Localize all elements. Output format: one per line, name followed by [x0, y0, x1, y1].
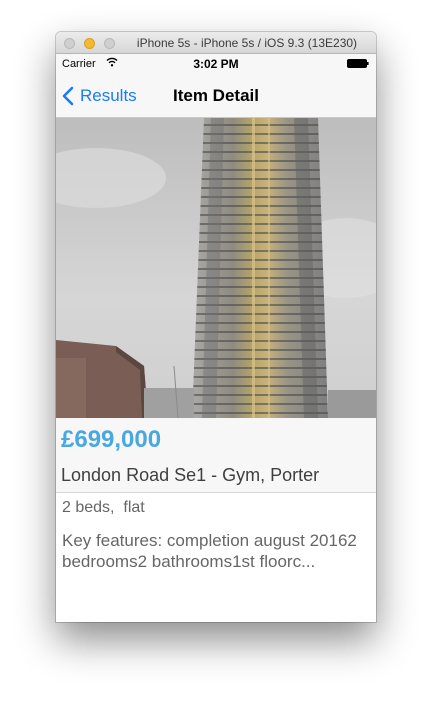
window-minimize-button[interactable]	[84, 38, 95, 49]
price-section: £699,000 London Road Se1 - Gym, Porter	[56, 418, 376, 493]
listing-title: London Road Se1 - Gym, Porter	[61, 465, 320, 485]
listing-beds-type: 2 beds, flat	[62, 499, 145, 516]
navigation-bar: Results Item Detail	[56, 74, 376, 118]
status-bar: Carrier 3:02 PM	[56, 54, 376, 74]
window-close-button[interactable]	[64, 38, 75, 49]
window-titlebar: iPhone 5s - iPhone 5s / iOS 9.3 (13E230)	[56, 32, 376, 54]
status-time: 3:02 PM	[193, 57, 239, 71]
window-zoom-button[interactable]	[104, 38, 115, 49]
window-title: iPhone 5s - iPhone 5s / iOS 9.3 (13E230)	[136, 36, 358, 50]
listing-summary: Key features: completion august 20162 be…	[62, 531, 357, 571]
property-photo	[56, 118, 376, 418]
battery-icon	[347, 59, 369, 68]
simulator-window: iPhone 5s - iPhone 5s / iOS 9.3 (13E230)…	[56, 32, 376, 622]
listing-price: £699,000	[61, 426, 162, 453]
page-title: Item Detail	[173, 86, 259, 105]
